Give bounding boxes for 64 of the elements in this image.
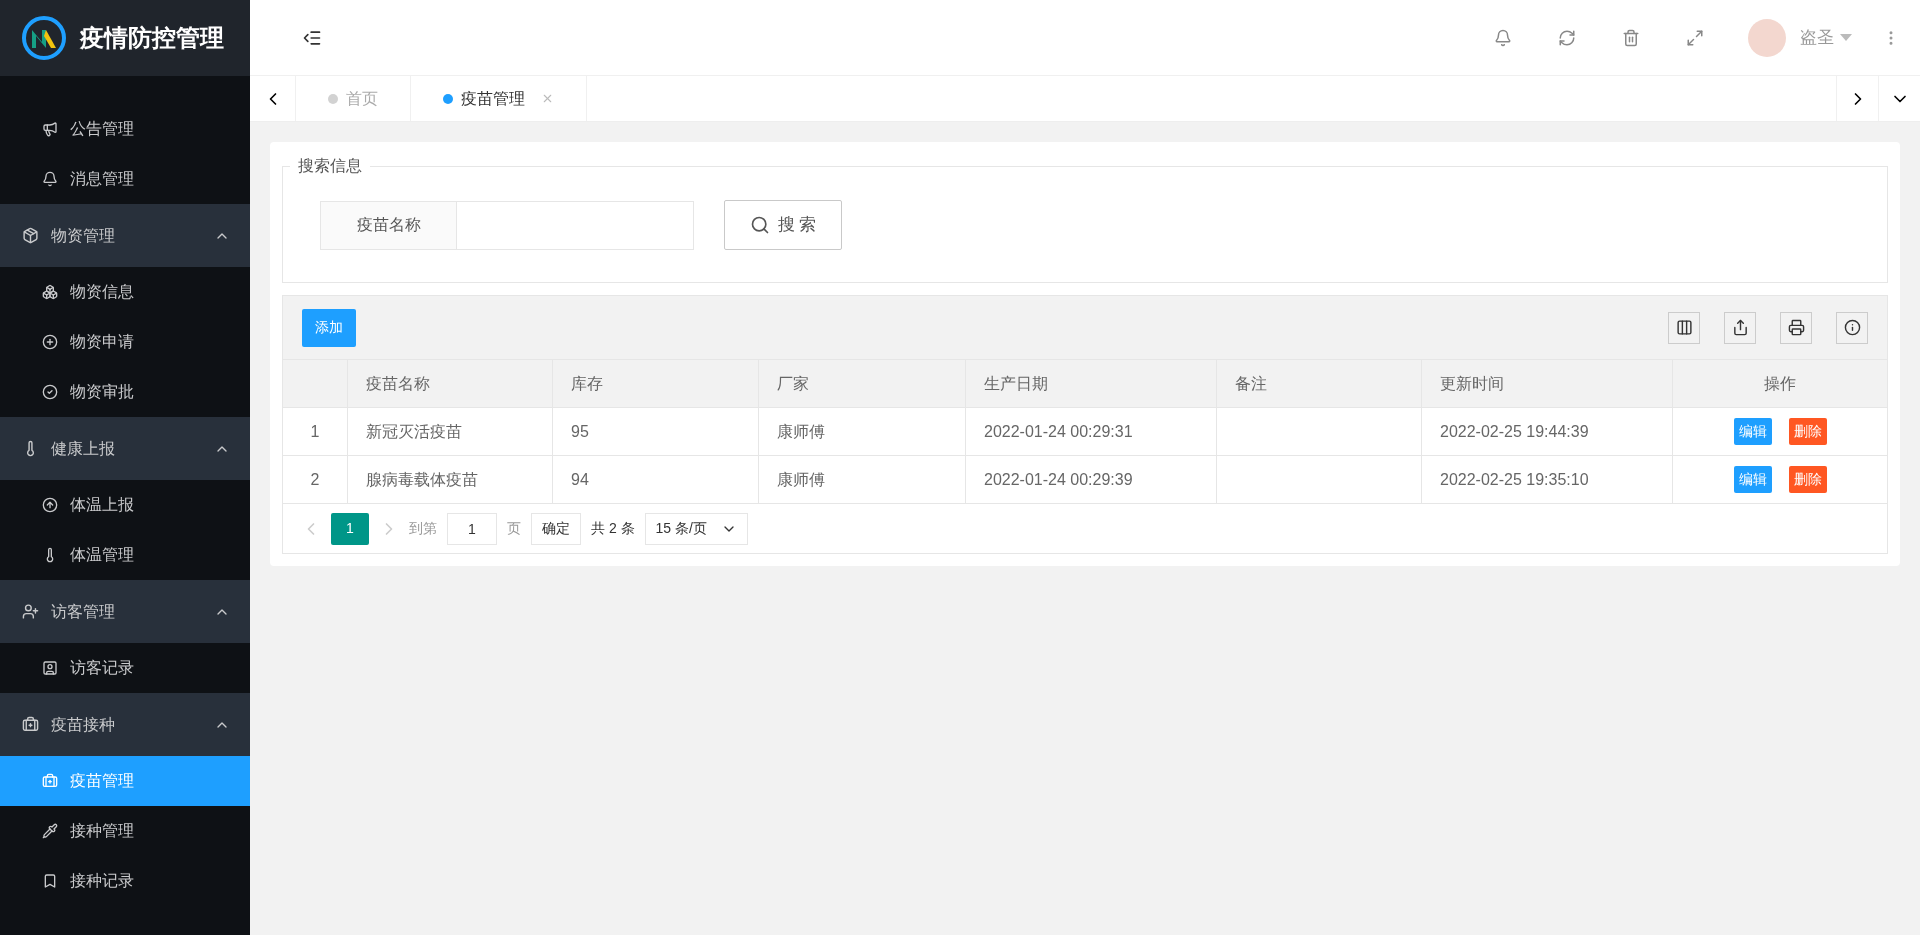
megaphone-icon	[42, 121, 58, 137]
user-plus-icon	[22, 603, 39, 620]
table-cell-text: 2022-01-24 00:29:39	[984, 469, 1133, 490]
plus-circle-icon	[42, 334, 58, 350]
table-cell-text: 康师傅	[777, 469, 825, 490]
print-icon	[1787, 319, 1805, 336]
medical-kit-icon	[42, 773, 58, 789]
refresh-icon[interactable]	[1558, 28, 1576, 47]
sidebar-group[interactable]: 健康上报	[0, 417, 250, 480]
table-cell-text: 2022-01-24 00:29:31	[984, 421, 1133, 442]
table-cell-text: 94	[571, 469, 589, 490]
page-button[interactable]: 1	[331, 512, 369, 545]
table-cell-text: 1	[310, 421, 320, 442]
table-cell-text: 2	[310, 469, 320, 490]
total-count: 共 2 条	[591, 519, 635, 538]
sidebar-group[interactable]: 物资管理	[0, 204, 250, 267]
columns-icon	[1675, 319, 1693, 336]
page-unit: 页	[507, 519, 521, 538]
caret-icon[interactable]	[1840, 33, 1852, 42]
toolbar-button[interactable]	[1836, 311, 1868, 344]
app-title: 疫情防控管理	[80, 23, 224, 53]
boxes-icon	[42, 284, 58, 300]
column-header: 操作	[1764, 373, 1796, 394]
table-cell-text: 2022-02-25 19:35:10	[1440, 469, 1589, 490]
pipette-icon	[42, 823, 58, 839]
notification-icon[interactable]	[1494, 28, 1512, 47]
column-header: 更新时间	[1440, 373, 1504, 394]
logo-icon	[20, 14, 68, 62]
search-field[interactable]: 疫苗名称	[320, 200, 694, 250]
toolbar-button[interactable]	[1724, 311, 1756, 344]
search-button[interactable]: 搜 索	[724, 200, 842, 250]
toolbar-button[interactable]	[1668, 311, 1700, 344]
toolbar-button[interactable]	[1780, 311, 1812, 344]
page-size-select[interactable]: 15 条/页	[644, 512, 748, 545]
sidebar-group[interactable]: 访客管理	[0, 580, 250, 643]
fullscreen-icon[interactable]	[1686, 28, 1704, 47]
table-cell-text: 新冠灭活疫苗	[366, 421, 462, 442]
table-cell-text: 2022-02-25 19:44:39	[1440, 421, 1589, 442]
table-cell-text: 康师傅	[777, 421, 825, 442]
search-legend: 搜索信息	[290, 154, 370, 178]
column-header: 库存	[571, 373, 603, 394]
user-icon	[42, 660, 58, 676]
column-header: 备注	[1235, 373, 1267, 394]
confirm-button[interactable]: 确定	[531, 512, 581, 545]
page-input[interactable]: 1	[447, 512, 497, 545]
check-circle-icon	[42, 384, 58, 400]
medical-kit-icon	[22, 716, 39, 733]
table-cell-text: 95	[571, 421, 589, 442]
page-tab[interactable]: 疫苗管理	[411, 76, 587, 121]
bookmark-icon	[42, 873, 58, 889]
sidebar-group[interactable]: 疫苗接种	[0, 693, 250, 756]
trash-icon[interactable]	[1622, 28, 1640, 47]
info-icon	[1843, 319, 1861, 336]
column-header: 疫苗名称	[366, 373, 430, 394]
close-icon[interactable]	[541, 92, 554, 105]
arrow-up-circle-icon	[42, 497, 58, 513]
goto-label: 到第	[409, 519, 437, 538]
search-icon	[749, 215, 770, 235]
column-header: 生产日期	[984, 373, 1048, 394]
bell-icon	[42, 171, 58, 187]
export-icon	[1731, 319, 1749, 336]
table-cell-text: 腺病毒载体疫苗	[366, 469, 478, 490]
column-header: 厂家	[777, 373, 809, 394]
box-icon	[22, 227, 39, 244]
